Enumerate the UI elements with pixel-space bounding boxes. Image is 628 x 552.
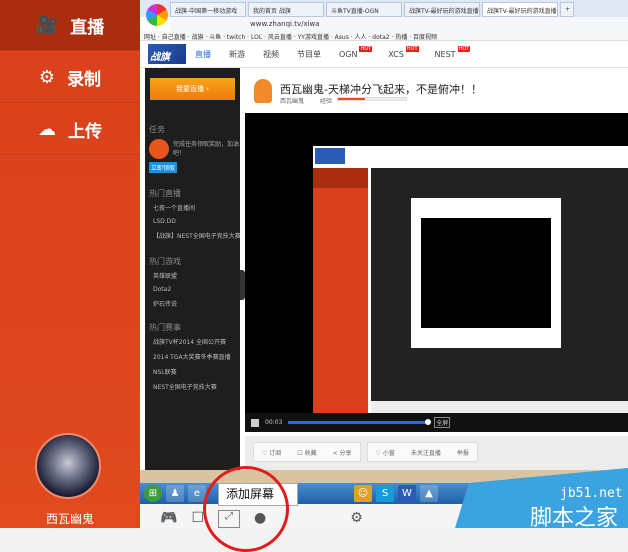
level-progress [337,97,407,101]
film-reel-icon: ⚙ [38,66,56,88]
sidebar: 🎥 直播 ⚙ 录制 ☁ 上传 西瓦幽鬼 [0,0,140,528]
list-item[interactable]: Dota2 [153,286,240,293]
tab-bar: 战旗-中国第一移动游戏 我的首页 战旗 斗鱼TV直播-OGN 战旗TV-最好玩的… [140,0,628,17]
site-logo-icon [315,148,345,164]
nav-label: 录制 [67,69,102,90]
browser-tab[interactable]: 战旗-中国第一移动游戏 [170,2,246,17]
browser-tab[interactable]: 我的首页 战旗 [248,2,324,17]
nav-label: NEST [434,49,456,59]
left-panel: 我要直播 › 任务 完成任务领取奖励，加油吧！ 立即领取 热门直播 七夜一个直播… [145,68,240,470]
hot-badge: HOT [359,45,373,52]
site-nav: 直播 新游 视频 节目单 OGNHOT XCSHOT NESTHOT [140,41,628,68]
watermark-text: 脚本之家 [530,506,619,531]
cloud-upload-icon: ☁ [38,118,56,140]
bookmarks-bar[interactable]: 网址 · 自己直播 · 战旗 · 斗鱼 · twitch · LOL · 风云直… [140,31,628,41]
list-item[interactable]: NSL联赛 [153,367,240,376]
anchor-icon [254,79,272,103]
task-button[interactable]: 立即领取 [149,162,178,173]
username: 西瓦幽鬼 [45,512,94,526]
unfollow-button[interactable]: 未关注直播 [403,443,449,461]
subscribe-button[interactable]: ♡ 订阅 [254,443,289,461]
word-icon[interactable]: W [398,485,416,502]
nav-record[interactable]: ⚙ 录制 [0,52,140,103]
hot-badge: HOT [405,45,419,52]
nav-upload[interactable]: ☁ 上传 [0,104,140,155]
share-button[interactable]: < 分享 [325,443,360,461]
list-item[interactable]: 英雄联盟 [153,271,240,280]
video-player[interactable] [245,113,628,432]
nav-label: 直播 [70,17,105,38]
browser-logo-icon [146,4,168,26]
favorite-button[interactable]: ☐ 收藏 [289,443,324,461]
task-text: 完成任务领取奖励，加油吧！ [173,141,240,157]
list-item[interactable]: 战旗TV杯2014 全国公开赛 [153,337,240,346]
camera-icon: 🎥 [35,14,59,36]
video-controls: 00:03 全屏 [245,413,628,432]
small-window-button[interactable]: ♡ 小窗 [368,443,403,461]
highlight-circle [203,466,289,552]
list-item[interactable]: NEST全国电子竞技大赛 [153,382,240,391]
site-nav-schedule[interactable]: 节目单 [297,49,321,60]
site-nav-xcs[interactable]: XCSHOT [388,45,419,59]
app-icon[interactable]: ♟ [166,485,184,502]
list-item[interactable]: 七夜一个直播间 [153,203,240,212]
nav-live[interactable]: 🎥 直播 [0,0,140,51]
nested-screen [371,168,628,401]
skype-icon[interactable]: S [376,485,394,502]
hot-events-heading: 热门赛事 [149,323,181,332]
nav-label: 上传 [68,121,102,142]
site-nav-ogn[interactable]: OGNHOT [339,45,373,59]
browser-tab[interactable]: 战旗TV-最好玩的游戏直播 [404,2,480,17]
site-nav-nest[interactable]: NESTHOT [434,45,471,59]
list-item[interactable]: 炉石传说 [153,299,240,308]
video-content [313,146,628,423]
app-icon[interactable]: ▲ [420,485,438,502]
site-nav-games[interactable]: 新游 [229,49,245,60]
gamepad-icon[interactable]: 🎮 [160,510,177,528]
go-live-button[interactable]: 我要直播 › [150,78,235,100]
nav-label: XCS [388,49,404,59]
address-bar[interactable]: www.zhanqi.tv/xiwa [170,17,628,31]
stream-title: 西瓦幽鬼-天梯冲分飞起来，不是俯冲！！ [280,83,482,96]
anchor-name: 西瓦幽鬼 [280,98,305,105]
level-label: 经验 [320,98,333,105]
time-display: 00:03 [265,419,283,426]
list-item[interactable]: 【战旗】NEST全国电子竞技大赛... [153,231,240,240]
browser-window: 战旗-中国第一移动游戏 我的首页 战旗 斗鱼TV直播-OGN 战旗TV-最好玩的… [140,0,628,470]
qq-icon[interactable]: ☺ [354,485,372,502]
stop-icon[interactable] [251,418,259,427]
site-nav-video[interactable]: 视频 [263,49,279,60]
stream-header: 西瓦幽鬼-天梯冲分飞起来，不是俯冲！！ 西瓦幽鬼 经验 [250,75,628,107]
avatar[interactable] [35,433,101,499]
browser-tab-active[interactable]: 战旗TV-最好玩的游戏直播 [482,2,558,17]
window-icon[interactable]: ☐ [191,510,204,528]
report-button[interactable]: 举报 [449,443,477,461]
fullscreen-button[interactable]: 全屏 [434,417,451,428]
action-bar: ♡ 订阅 ☐ 收藏 < 分享 ♡ 小窗 未关注直播 举报 [245,436,628,470]
hot-live-heading: 热门直播 [149,189,181,198]
site-logo[interactable]: 战旗TV [148,44,186,74]
task-heading: 任务 [149,125,165,134]
gear-icon[interactable]: ⚙ [350,510,363,528]
seek-handle[interactable] [425,419,432,425]
calendar-icon [149,139,169,159]
level-progress-fill [338,98,366,100]
watermark-url: jb51.net [560,486,623,501]
site-nav-live[interactable]: 直播 [195,49,211,60]
seek-bar[interactable] [288,419,432,425]
nav-label: OGN [339,49,358,59]
list-item[interactable]: LSD.DD [153,218,240,225]
video-sidebar [313,168,368,423]
hot-badge: HOT [457,45,471,52]
list-item[interactable]: 2014 TGA大奖赛冬季赛直播 [153,352,240,361]
start-icon[interactable]: ⊞ [144,485,162,502]
hot-games-heading: 热门游戏 [149,257,181,266]
new-tab-button[interactable]: + [560,2,574,17]
browser-tab[interactable]: 斗鱼TV直播-OGN [326,2,402,17]
